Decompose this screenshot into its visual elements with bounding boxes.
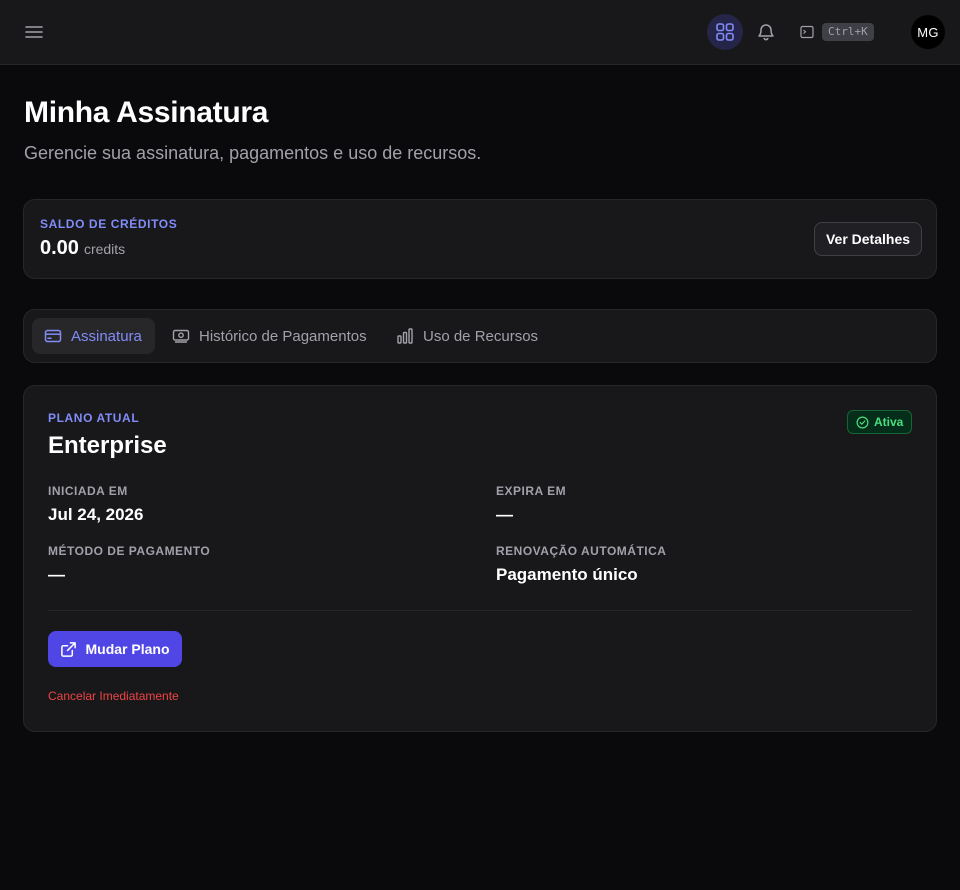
tab-subscription-label: Assinatura — [71, 327, 142, 345]
plan-label: PLANO ATUAL — [48, 411, 140, 425]
payment-method-value: — — [48, 565, 65, 584]
bell-icon — [758, 24, 774, 41]
menu-button[interactable] — [18, 16, 50, 48]
top-bar: Ctrl+K MG — [0, 0, 960, 65]
payment-method-label: MÉTODO DE PAGAMENTO — [48, 544, 211, 558]
status-badge: Ativa — [847, 410, 913, 434]
avatar[interactable]: MG — [911, 15, 945, 49]
notifications-button[interactable] — [750, 16, 782, 48]
credits-card: SALDO DE CRÉDITOS 0.00 credits Ver Detal… — [23, 199, 937, 279]
terminal-icon — [800, 25, 814, 39]
auto-renewal-value: Pagamento único — [496, 565, 638, 584]
command-palette-button[interactable]: Ctrl+K — [800, 20, 874, 44]
check-circle-icon — [856, 416, 869, 428]
tab-resource-usage-label: Uso de Recursos — [423, 327, 539, 345]
bar-chart-icon — [397, 328, 413, 344]
auto-renewal-label: RENOVAÇÃO AUTOMÁTICA — [496, 544, 667, 558]
shortcut-kbd: Ctrl+K — [822, 23, 874, 41]
menu-icon — [25, 26, 43, 38]
tab-subscription[interactable]: Assinatura — [32, 318, 155, 354]
started-label: INICIADA EM — [48, 484, 128, 498]
plan-name: Enterprise — [48, 432, 167, 459]
change-plan-button[interactable]: Mudar Plano — [48, 631, 182, 667]
credits-unit: credits — [83, 241, 126, 257]
status-badge-label: Ativa — [874, 415, 904, 429]
expires-value: — — [496, 505, 513, 524]
credit-card-icon — [44, 329, 62, 343]
page-subtitle: Gerencie sua assinatura, pagamentos e us… — [24, 143, 482, 163]
expires-label: EXPIRA EM — [496, 484, 567, 498]
credits-balance: 0.00 credits — [40, 237, 125, 260]
banknote-icon — [172, 329, 190, 343]
tabs-bar: Assinatura Histórico de Pagamentos Uso d… — [23, 309, 937, 363]
tab-payment-history[interactable]: Histórico de Pagamentos — [160, 318, 379, 354]
page-title: Minha Assinatura — [24, 96, 269, 129]
credits-label: SALDO DE CRÉDITOS — [40, 217, 178, 231]
credits-amount: 0.00 — [40, 237, 79, 259]
external-link-icon — [61, 641, 77, 657]
view-details-button[interactable]: Ver Detalhes — [814, 222, 922, 256]
current-plan-card: PLANO ATUAL Enterprise Ativa INICIADA EM… — [23, 385, 937, 732]
tab-payment-history-label: Histórico de Pagamentos — [199, 327, 367, 345]
apps-button[interactable] — [707, 14, 743, 50]
change-plan-label: Mudar Plano — [85, 641, 170, 657]
divider — [48, 610, 912, 611]
cancel-immediately-link[interactable]: Cancelar Imediatamente — [48, 689, 179, 703]
started-value: Jul 24, 2026 — [48, 505, 144, 524]
apps-grid-icon — [716, 23, 734, 41]
tab-resource-usage[interactable]: Uso de Recursos — [384, 318, 550, 354]
